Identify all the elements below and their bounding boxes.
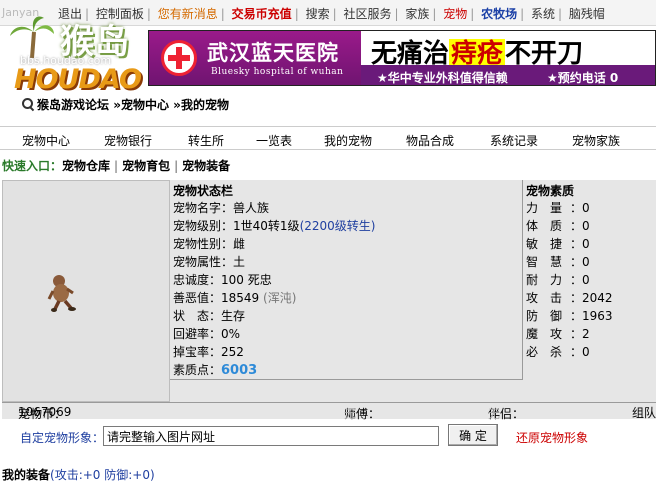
pet-name: 兽人族 <box>233 201 270 215</box>
search-icon <box>22 98 34 110</box>
pet-attributes-box: 宠物素质 力 量：0 体 质：0 敏 捷：0 智 慧：0 耐 力：0 攻 击：2… <box>523 180 656 402</box>
status-state-row: 状 态：生存 <box>173 309 246 323</box>
quick-links: 快速入口：宠物仓库 | 宠物育包 | 宠物装备 <box>2 159 231 173</box>
image-url-input[interactable] <box>103 426 439 446</box>
pet-info-row: 宠物币： 1067069 师傅：无 伴侣：无 组队 <box>2 402 656 421</box>
pet-panel: 宠物状态栏 宠物名字：兽人族 宠物级别：1世40转1级(2200级转生) 宠物性… <box>2 180 656 402</box>
quick-warehouse-link[interactable]: 宠物仓库 <box>62 159 110 173</box>
coins-value: 1067069 <box>18 405 72 419</box>
red-cross-icon <box>161 40 197 76</box>
tab-pet-center[interactable]: 宠物中心 <box>22 132 70 149</box>
quick-label: 快速入口： <box>2 159 63 173</box>
attr-row: 智 慧：0 <box>526 255 590 269</box>
status-name-row: 宠物名字：兽人族 <box>173 201 270 215</box>
logo-brand: HOUDAO <box>14 64 142 95</box>
restore-image-link[interactable]: 还原宠物形象 <box>516 429 588 446</box>
hospital-banner-ad[interactable]: 武汉蓝天医院 Bluesky hospital of wuhan 无痛治痔疮不开… <box>148 30 656 86</box>
tab-my-pet[interactable]: 我的宠物 <box>324 132 372 149</box>
banner-sub1: ★华中专业外科值得信赖 <box>377 71 508 85</box>
pet-good-value: 18549 <box>221 291 260 305</box>
equipment-stats: (攻击:+0 防御:+0) <box>50 468 155 482</box>
pet-link[interactable]: 宠物 <box>443 7 467 21</box>
equipment-header: 我的装备(攻击:+0 防御:+0) <box>2 466 155 483</box>
community-service-link[interactable]: 社区服务 <box>343 7 391 21</box>
system-link[interactable]: 系统 <box>531 7 555 21</box>
custom-image-label: 自定宠物形象： <box>20 431 105 445</box>
breadcrumb: 猴岛游戏论坛 »宠物中心 »我的宠物 <box>22 96 229 113</box>
banner-sub2: ★预约电话 0 <box>547 71 619 85</box>
attr-row: 攻 击：2042 <box>526 291 613 305</box>
family-link[interactable]: 家族 <box>405 7 429 21</box>
search-link[interactable]: 搜索 <box>306 7 330 21</box>
banner-hospital-name: 武汉蓝天医院 <box>207 41 339 65</box>
attr-row: 魔 攻：2 <box>526 327 590 341</box>
attr-row: 必 杀：0 <box>526 345 590 359</box>
pet-gender: 雌 <box>233 237 246 251</box>
good-alignment: (浑沌) <box>263 291 297 305</box>
equipment-title: 我的装备 <box>2 468 51 482</box>
confirm-button[interactable]: 确 定 <box>448 424 498 446</box>
status-attr-row: 宠物属性：土 <box>173 255 246 269</box>
tab-system-log[interactable]: 系统记录 <box>490 132 538 149</box>
recharge-link[interactable]: 交易币充值 <box>232 7 292 21</box>
tab-rebirth[interactable]: 转生所 <box>188 132 224 149</box>
pet-dodge: 0% <box>221 327 241 341</box>
site-logo[interactable]: Janyan 猴岛 bbs.houdao.com HOUDAO <box>0 0 150 95</box>
pet-status-box: 宠物状态栏 宠物名字：兽人族 宠物级别：1世40转1级(2200级转生) 宠物性… <box>170 180 523 380</box>
group-label: 组队 <box>632 406 656 420</box>
attr-row: 耐 力：0 <box>526 273 590 287</box>
brain-hat-link[interactable]: 脑残帽 <box>569 7 605 21</box>
quick-equipment-link[interactable]: 宠物装备 <box>182 159 230 173</box>
attr-row: 体 质：0 <box>526 219 590 233</box>
pet-attribute: 土 <box>233 255 246 269</box>
pet-tabs: 宠物中心 宠物银行 转生所 一览表 我的宠物 物品合成 系统记录 宠物家族 <box>0 126 656 150</box>
status-points-row: 素质点：6003 <box>173 363 258 378</box>
tab-item-synth[interactable]: 物品合成 <box>406 132 454 149</box>
breadcrumb-pet-center[interactable]: 宠物中心 <box>121 98 169 112</box>
status-gender-row: 宠物性别：雌 <box>173 237 246 251</box>
new-message-link[interactable]: 您有新消息 <box>158 7 218 21</box>
pet-loyalty: 100 死忠 <box>221 273 272 287</box>
breadcrumb-forum[interactable]: 猴岛游戏论坛 <box>37 98 109 112</box>
status-drop-row: 掉宝率：252 <box>173 345 244 359</box>
quick-bag-link[interactable]: 宠物育包 <box>122 159 170 173</box>
tab-overview[interactable]: 一览表 <box>256 132 292 149</box>
farm-link[interactable]: 农牧场 <box>481 7 517 21</box>
custom-image-row: 自定宠物形象： 确 定 还原宠物形象 <box>0 420 656 450</box>
pet-drop-rate: 252 <box>221 345 244 359</box>
tab-pet-bank[interactable]: 宠物银行 <box>104 132 152 149</box>
attr-row: 力 量：0 <box>526 201 590 215</box>
status-dodge-row: 回避率：0% <box>173 327 241 341</box>
attributes-title: 宠物素质 <box>526 184 575 198</box>
status-loyalty-row: 忠诚度：100 死忠 <box>173 273 272 287</box>
pet-points: 6003 <box>221 363 258 378</box>
status-title: 宠物状态栏 <box>173 184 234 198</box>
attr-row: 敏 捷：0 <box>526 237 590 251</box>
breadcrumb-my-pet[interactable]: 我的宠物 <box>181 98 229 112</box>
status-good-row: 善恶值：18549 (浑沌) <box>173 291 297 305</box>
pet-level: 1世40转1级 <box>233 219 300 233</box>
pet-state: 生存 <box>221 309 246 323</box>
rebirth-hint: (2200级转生) <box>299 219 376 233</box>
pet-image-area <box>2 180 170 402</box>
pet-avatar <box>47 275 76 312</box>
banner-hospital-name-en: Bluesky hospital of wuhan <box>211 67 344 77</box>
status-level-row: 宠物级别：1世40转1级(2200级转生) <box>173 219 376 233</box>
attr-row: 防 御：1963 <box>526 309 613 323</box>
tab-pet-family[interactable]: 宠物家族 <box>572 132 620 149</box>
